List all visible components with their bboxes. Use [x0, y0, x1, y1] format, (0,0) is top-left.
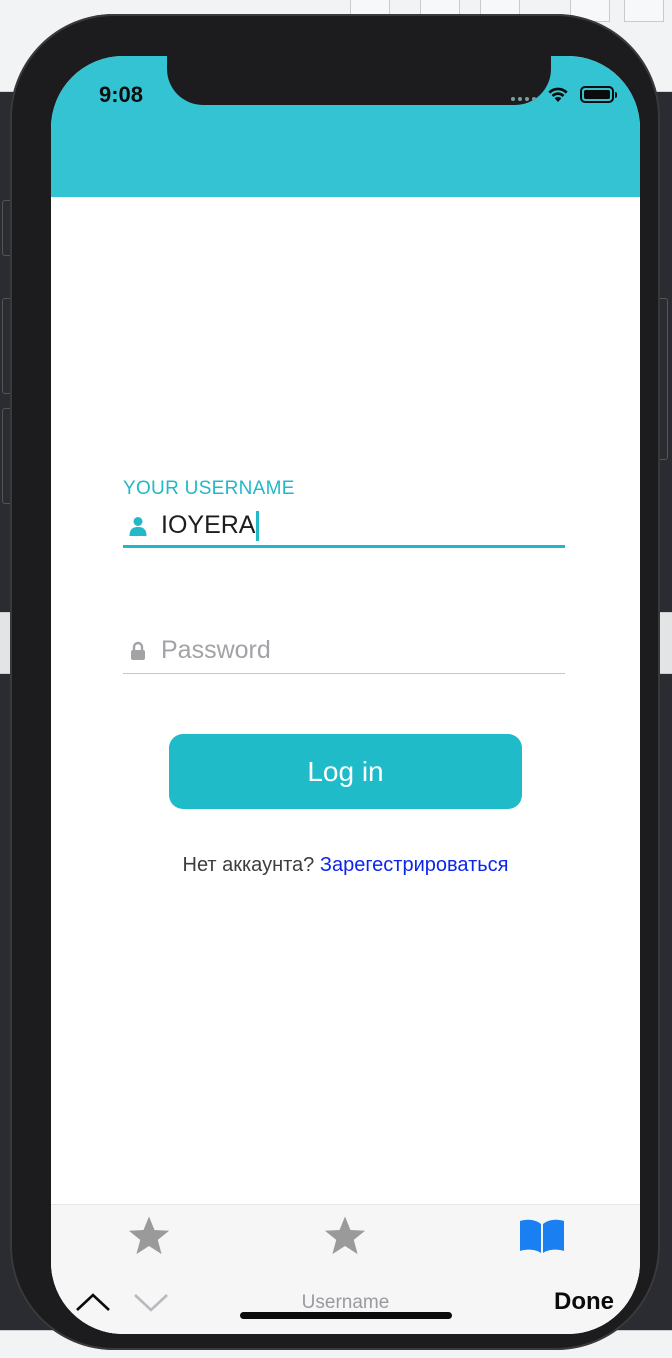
- iphone-simulator: 9:08 YOUR USERNAME IOYERA Password Log i…: [10, 14, 660, 1350]
- app-screen: 9:08 YOUR USERNAME IOYERA Password Log i…: [51, 56, 640, 1334]
- wifi-icon: [548, 87, 568, 102]
- star-icon: [322, 1213, 368, 1259]
- keyboard-accessory-bar: Username Done: [51, 1272, 640, 1334]
- username-value: IOYERA: [161, 511, 256, 539]
- done-button[interactable]: Done: [554, 1288, 614, 1316]
- username-field[interactable]: YOUR USERNAME IOYERA: [123, 478, 565, 548]
- username-input[interactable]: IOYERA: [123, 506, 565, 548]
- password-input[interactable]: Password: [123, 628, 565, 674]
- password-field[interactable]: Password: [123, 622, 565, 674]
- device-notch: [167, 56, 551, 105]
- status-time: 9:08: [99, 82, 144, 107]
- signup-link[interactable]: Зарегестрироваться: [320, 854, 509, 876]
- accessory-field-name: Username: [301, 1292, 390, 1313]
- cellular-signal-icon: [511, 87, 536, 101]
- book-icon: [519, 1213, 565, 1259]
- star-icon: [126, 1213, 172, 1259]
- home-indicator: [240, 1312, 452, 1319]
- battery-icon: [580, 85, 617, 103]
- tab-item-1[interactable]: [119, 1213, 179, 1271]
- username-label: YOUR USERNAME: [123, 478, 295, 499]
- text-caret: [256, 510, 260, 541]
- tab-item-3[interactable]: [512, 1213, 572, 1271]
- lock-icon: [127, 640, 149, 662]
- user-icon: [127, 515, 149, 537]
- status-icons: [511, 84, 617, 104]
- password-placeholder: Password: [161, 636, 271, 664]
- signup-row: Нет аккаунта? Зарегестрироваться: [51, 854, 640, 877]
- tab-item-2[interactable]: [315, 1213, 375, 1271]
- signup-prompt: Нет аккаунта?: [182, 854, 315, 876]
- login-button[interactable]: Log in: [169, 734, 522, 809]
- ide-toolbar-button: [624, 0, 664, 22]
